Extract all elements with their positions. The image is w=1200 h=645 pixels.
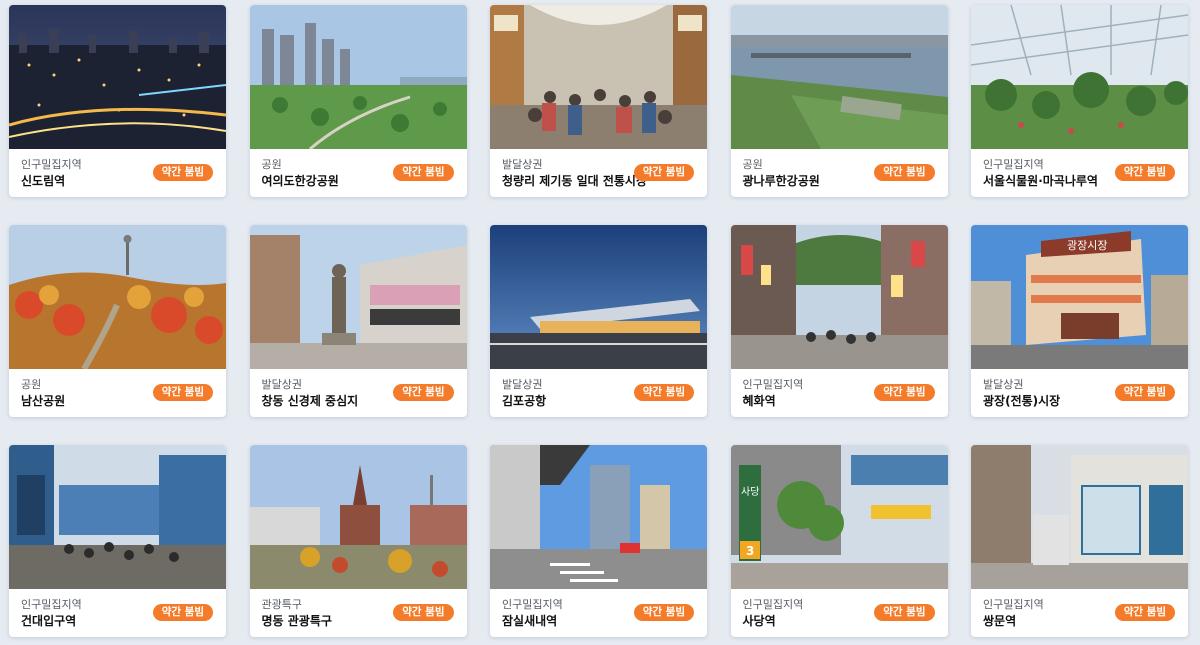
place-card-grid: 인구밀집지역 신도림역 약간 붐빔 공원 여의도한강공원 약간 붐빔 발달상권 …: [9, 5, 1188, 637]
congestion-badge: 약간 붐빔: [152, 604, 213, 621]
place-photo: 광장시장: [971, 225, 1188, 369]
place-photo: [971, 5, 1188, 149]
place-info: 발달상권 김포공항 약간 붐빔: [490, 369, 707, 417]
place-card[interactable]: 인구밀집지역 혜화역 약간 붐빔: [730, 225, 948, 417]
congestion-badge: 약간 붐빔: [633, 604, 694, 621]
congestion-badge: 약간 붐빔: [152, 164, 213, 181]
place-card[interactable]: 공원 광나루한강공원 약간 붐빔: [730, 5, 948, 197]
place-info: 인구밀집지역 신도림역 약간 붐빔: [9, 149, 226, 197]
place-card[interactable]: 인구밀집지역 잠실새내역 약간 붐빔: [490, 445, 707, 637]
place-card[interactable]: 관광특구 명동 관광특구 약간 붐빔: [249, 445, 467, 637]
place-info: 발달상권 창동 신경제 중심지 약간 붐빔: [250, 369, 467, 417]
place-card[interactable]: 발달상권 청량리 제기동 일대 전통시장 약간 붐빔: [490, 5, 707, 197]
congestion-badge: 약간 붐빔: [393, 384, 454, 401]
place-info: 공원 광나루한강공원 약간 붐빔: [731, 149, 948, 197]
place-info: 인구밀집지역 사당역 약간 붐빔: [731, 589, 948, 637]
place-info: 인구밀집지역 혜화역 약간 붐빔: [731, 369, 948, 417]
place-card[interactable]: 인구밀집지역 쌍문역 약간 붐빔: [971, 445, 1188, 637]
place-photo: [730, 5, 948, 149]
congestion-badge: 약간 붐빔: [874, 604, 935, 621]
place-card[interactable]: 발달상권 창동 신경제 중심지 약간 붐빔: [249, 225, 467, 417]
place-info: 인구밀집지역 서울식물원·마곡나루역 약간 붐빔: [971, 149, 1188, 197]
congestion-badge: 약간 붐빔: [152, 384, 213, 401]
place-photo: [9, 5, 226, 149]
congestion-badge: 약간 붐빔: [1114, 604, 1175, 621]
place-photo: [9, 225, 226, 369]
place-info: 인구밀집지역 쌍문역 약간 붐빔: [971, 589, 1188, 637]
place-info: 인구밀집지역 잠실새내역 약간 붐빔: [490, 589, 707, 637]
place-card[interactable]: 사당 3 인구밀집지역 사당역 약간 붐빔: [730, 445, 948, 637]
place-photo: [490, 445, 707, 589]
place-photo: [9, 445, 226, 589]
congestion-badge: 약간 붐빔: [633, 164, 694, 181]
place-card[interactable]: 발달상권 김포공항 약간 붐빔: [490, 225, 707, 417]
place-info: 공원 여의도한강공원 약간 붐빔: [250, 149, 467, 197]
congestion-badge: 약간 붐빔: [874, 164, 935, 181]
congestion-badge: 약간 붐빔: [633, 384, 694, 401]
congestion-badge: 약간 붐빔: [393, 604, 454, 621]
place-photo: [730, 225, 948, 369]
station-sign-text: 사당: [741, 486, 759, 498]
place-photo: [249, 225, 467, 369]
congestion-badge: 약간 붐빔: [1114, 384, 1175, 401]
place-card[interactable]: 공원 여의도한강공원 약간 붐빔: [249, 5, 467, 197]
station-number-text: 3: [746, 544, 754, 558]
place-card[interactable]: 인구밀집지역 건대입구역 약간 붐빔: [9, 445, 226, 637]
place-info: 관광특구 명동 관광특구 약간 붐빔: [250, 589, 467, 637]
place-photo: [249, 5, 467, 149]
market-sign-text: 광장시장: [1067, 239, 1107, 252]
place-card[interactable]: 인구밀집지역 신도림역 약간 붐빔: [9, 5, 226, 197]
congestion-badge: 약간 붐빔: [1114, 164, 1175, 181]
place-card[interactable]: 공원 남산공원 약간 붐빔: [9, 225, 226, 417]
place-card[interactable]: 인구밀집지역 서울식물원·마곡나루역 약간 붐빔: [971, 5, 1188, 197]
place-card[interactable]: 광장시장 발달상권 광장(전통)시장 약간 붐빔: [971, 225, 1188, 417]
congestion-badge: 약간 붐빔: [874, 384, 935, 401]
place-photo: 사당 3: [730, 445, 948, 589]
place-photo: [490, 225, 707, 369]
place-info: 발달상권 광장(전통)시장 약간 붐빔: [971, 369, 1188, 417]
place-info: 공원 남산공원 약간 붐빔: [9, 369, 226, 417]
congestion-badge: 약간 붐빔: [393, 164, 454, 181]
place-photo: [971, 445, 1188, 589]
place-photo: [490, 5, 707, 149]
place-info: 인구밀집지역 건대입구역 약간 붐빔: [9, 589, 226, 637]
place-info: 발달상권 청량리 제기동 일대 전통시장 약간 붐빔: [490, 149, 707, 197]
place-photo: [249, 445, 467, 589]
